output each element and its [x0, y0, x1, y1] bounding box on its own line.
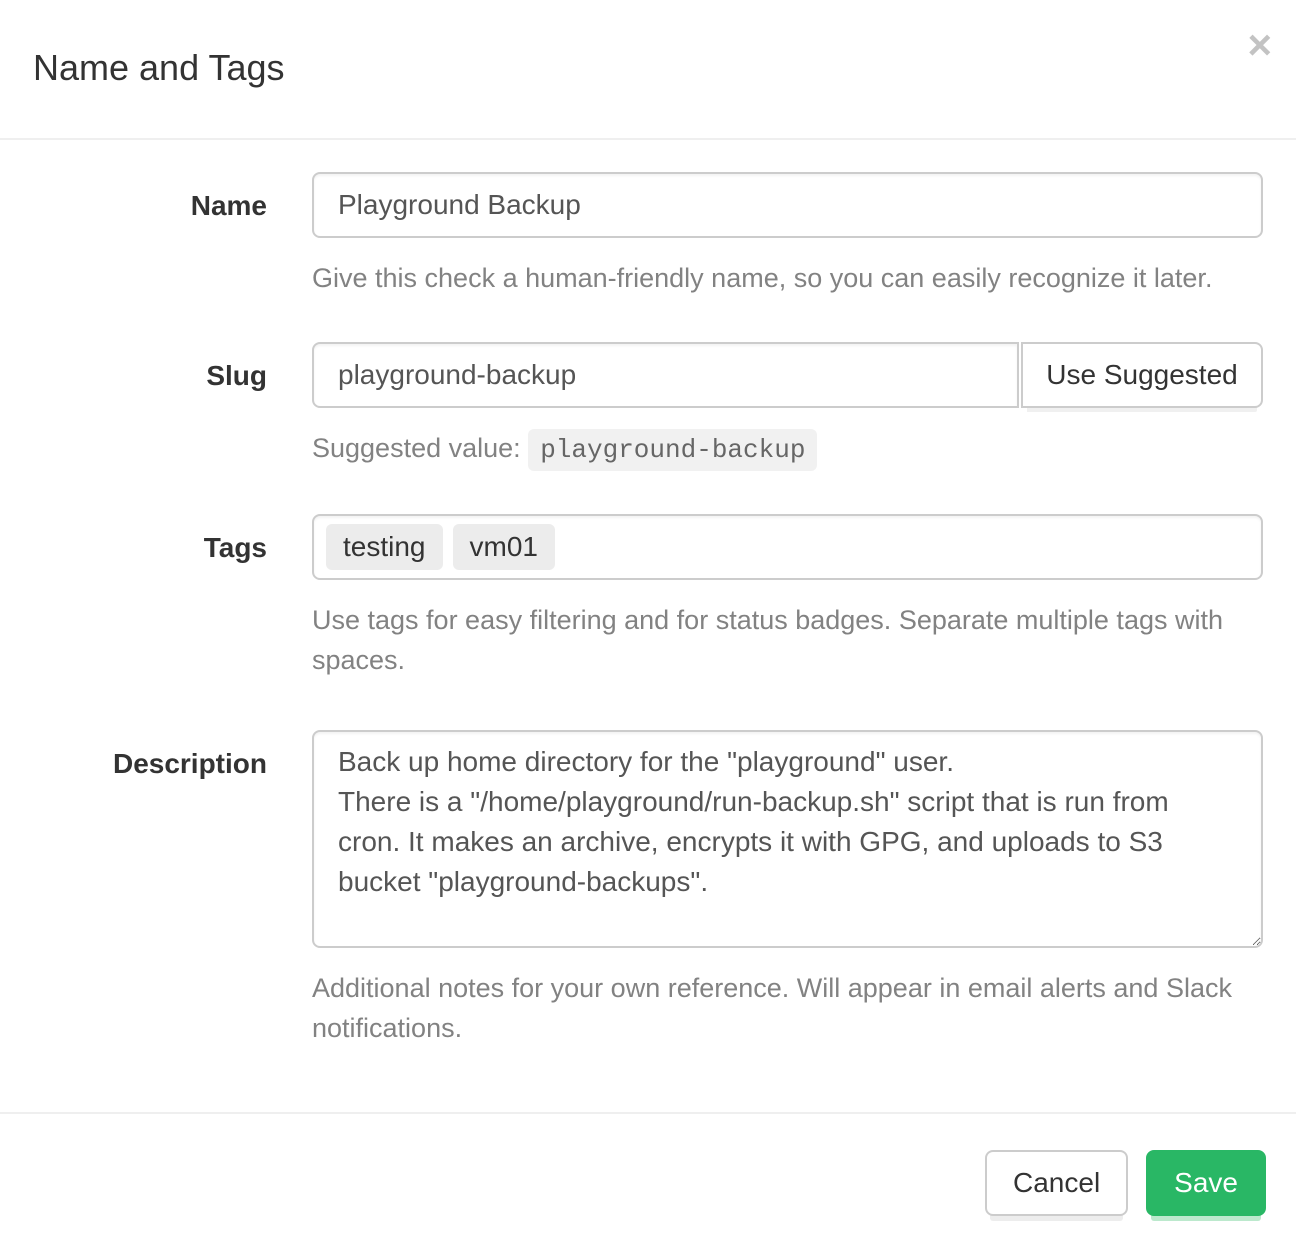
tag-chip: vm01	[453, 524, 555, 570]
slug-controls: Use Suggested Suggested value: playgroun…	[312, 342, 1263, 470]
tags-field-group: Tags testing vm01 Use tags for easy filt…	[33, 514, 1263, 680]
description-help-text: Additional notes for your own reference.…	[312, 968, 1263, 1048]
tags-label: Tags	[33, 514, 267, 565]
description-field-group: Description Back up home directory for t…	[33, 730, 1263, 1048]
cancel-button[interactable]: Cancel	[985, 1150, 1128, 1216]
save-button[interactable]: Save	[1146, 1150, 1266, 1216]
description-label: Description	[33, 730, 267, 781]
tag-chip: testing	[326, 524, 443, 570]
name-input[interactable]	[312, 172, 1263, 238]
tags-controls: testing vm01 Use tags for easy filtering…	[312, 514, 1263, 680]
name-controls: Give this check a human-friendly name, s…	[312, 172, 1263, 298]
name-field-group: Name Give this check a human-friendly na…	[33, 172, 1263, 298]
slug-suggested-prefix: Suggested value:	[312, 433, 521, 463]
use-suggested-button[interactable]: Use Suggested	[1021, 342, 1263, 408]
name-label: Name	[33, 172, 267, 223]
tags-help-text: Use tags for easy filtering and for stat…	[312, 600, 1263, 680]
slug-field-group: Slug Use Suggested Suggested value: play…	[33, 342, 1263, 470]
name-help-text: Give this check a human-friendly name, s…	[312, 258, 1263, 298]
tags-input[interactable]: testing vm01	[312, 514, 1263, 580]
description-textarea[interactable]: Back up home directory for the "playgrou…	[312, 730, 1263, 948]
modal-body: Name Give this check a human-friendly na…	[0, 140, 1296, 1112]
close-icon: ×	[1247, 21, 1272, 68]
close-button[interactable]: ×	[1247, 24, 1272, 66]
modal-footer: Cancel Save	[0, 1112, 1296, 1251]
name-and-tags-modal: Name and Tags × Name Give this check a h…	[0, 0, 1296, 1254]
slug-label: Slug	[33, 342, 267, 393]
slug-suggested-value: playground-backup	[528, 429, 817, 471]
slug-suggested-line: Suggested value: playground-backup	[312, 428, 1263, 470]
modal-header: Name and Tags ×	[0, 0, 1296, 140]
modal-title: Name and Tags	[33, 46, 1263, 90]
description-controls: Back up home directory for the "playgrou…	[312, 730, 1263, 1048]
slug-input-group: Use Suggested	[312, 342, 1263, 408]
slug-input[interactable]	[312, 342, 1019, 408]
